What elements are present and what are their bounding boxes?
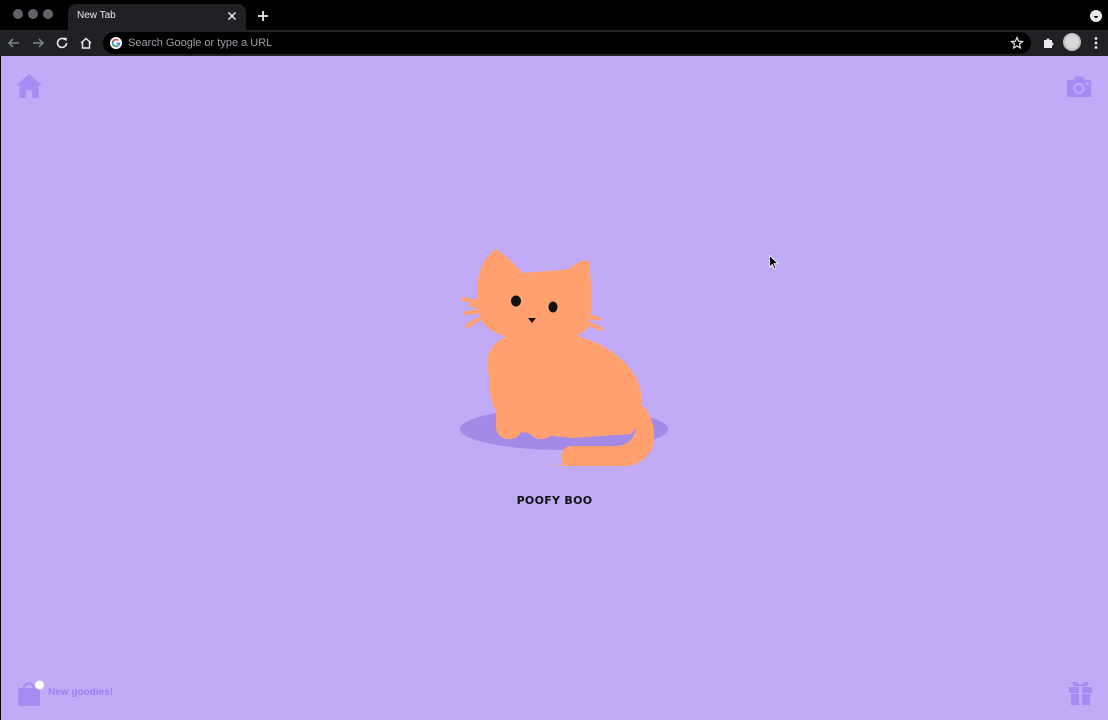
close-icon[interactable] <box>225 9 239 23</box>
window-minimize-dot[interactable] <box>28 9 38 19</box>
new-tab-page: POOFY BOO New goodies! <box>1 56 1108 720</box>
bookmark-star-icon[interactable] <box>1009 35 1025 51</box>
window-close-dot[interactable] <box>13 9 23 19</box>
tab-title: New Tab <box>77 10 116 21</box>
cat-right-eye <box>548 301 558 313</box>
mouse-cursor <box>769 255 779 270</box>
reload-icon[interactable] <box>53 34 71 52</box>
profile-avatar[interactable] <box>1063 33 1081 51</box>
address-bar[interactable]: Search Google or type a URL <box>103 32 1031 54</box>
pet-name: POOFY BOO <box>516 494 593 507</box>
cat-left-eye <box>511 295 521 307</box>
camera-icon[interactable] <box>1065 75 1093 98</box>
extensions-puzzle-icon[interactable] <box>1039 34 1057 52</box>
forward-arrow-icon[interactable] <box>29 34 47 52</box>
browser-toolbar: Search Google or type a URL <box>0 30 1108 56</box>
google-logo-icon <box>110 37 122 49</box>
more-menu-icon[interactable] <box>1087 34 1105 52</box>
shopping-bag-icon <box>18 680 44 706</box>
home-icon[interactable] <box>77 34 95 52</box>
new-tab-icon[interactable] <box>255 8 271 24</box>
cat-illustration[interactable] <box>451 241 681 476</box>
home-icon[interactable] <box>15 73 43 99</box>
goodies-label: New goodies! <box>48 687 114 698</box>
browser-titlebar: New Tab <box>0 0 1108 30</box>
back-arrow-icon[interactable] <box>5 34 23 52</box>
window-maximize-dot[interactable] <box>43 9 53 19</box>
gift-icon[interactable] <box>1068 679 1093 706</box>
notification-dot <box>35 680 44 690</box>
address-placeholder: Search Google or type a URL <box>128 37 273 49</box>
tab-search-icon[interactable] <box>1090 10 1102 22</box>
tab-new-tab[interactable]: New Tab <box>68 4 246 30</box>
